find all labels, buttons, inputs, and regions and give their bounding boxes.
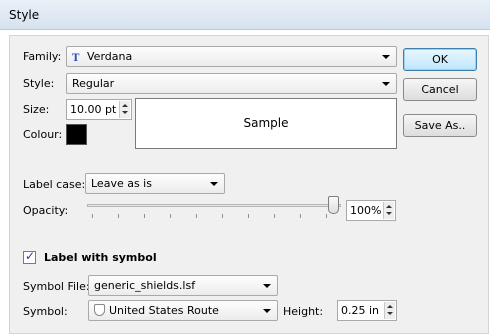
spin-arrows-icon[interactable] — [383, 202, 394, 219]
chevron-down-icon — [210, 182, 218, 186]
style-dialog-body: Family: T Verdana Style: Regular Size: 10… — [9, 35, 489, 334]
height-label: Height: — [283, 305, 324, 318]
size-label: Size: — [23, 103, 50, 116]
symbol-value: United States Route — [109, 304, 219, 317]
chevron-down-icon — [263, 309, 271, 313]
label-case-label: Label case: — [23, 178, 86, 191]
slider-tick — [222, 214, 223, 218]
style-dropdown[interactable]: Regular — [66, 73, 397, 94]
cancel-button[interactable]: Cancel — [403, 78, 477, 101]
spin-arrows-icon[interactable] — [384, 302, 395, 319]
spin-arrows-icon[interactable] — [119, 101, 130, 118]
chevron-down-icon — [382, 82, 390, 86]
chevron-down-icon — [263, 284, 271, 288]
style-label: Style: — [23, 77, 55, 90]
shield-icon — [94, 304, 105, 316]
slider-tick — [300, 214, 301, 218]
symbol-label: Symbol: — [23, 305, 68, 318]
opacity-slider-track[interactable] — [87, 204, 341, 207]
label-case-value: Leave as is — [91, 177, 152, 190]
family-value: Verdana — [87, 50, 133, 63]
slider-tick — [118, 214, 119, 218]
slider-tick — [248, 214, 249, 218]
opacity-label: Opacity: — [23, 204, 69, 217]
height-value: 0.25 in — [341, 304, 380, 317]
window-title: Style — [9, 8, 40, 22]
label-with-symbol-label[interactable]: Label with symbol — [44, 251, 157, 264]
size-spinbox[interactable]: 10.00 pt — [66, 99, 132, 120]
slider-tick — [274, 214, 275, 218]
slider-tick — [196, 214, 197, 218]
checkmark-icon: ✓ — [25, 249, 36, 263]
style-value: Regular — [72, 77, 115, 90]
height-spinbox[interactable]: 0.25 in — [337, 300, 397, 321]
slider-tick — [170, 214, 171, 218]
slider-tick — [144, 214, 145, 218]
truetype-font-icon: T — [72, 53, 80, 64]
slider-tick — [92, 214, 93, 218]
family-label: Family: — [23, 50, 62, 63]
family-dropdown[interactable]: T Verdana — [66, 46, 397, 67]
chevron-down-icon — [382, 55, 390, 59]
opacity-spinbox[interactable]: 100% — [346, 200, 396, 221]
slider-tick — [326, 214, 327, 218]
ok-button[interactable]: OK — [403, 48, 477, 71]
title-bar: Style — [0, 0, 490, 30]
sample-preview: Sample — [135, 98, 397, 149]
opacity-slider-thumb[interactable] — [328, 196, 339, 214]
symbol-file-value: generic_shields.lsf — [94, 279, 196, 292]
sample-text: Sample — [243, 116, 289, 130]
size-value: 10.00 pt — [70, 103, 117, 116]
colour-label: Colour: — [23, 128, 63, 141]
label-with-symbol-checkbox[interactable]: ✓ — [23, 249, 36, 264]
opacity-value: 100% — [350, 204, 382, 217]
symbol-dropdown[interactable]: United States Route — [88, 300, 278, 321]
colour-swatch[interactable] — [66, 124, 87, 145]
symbol-file-label: Symbol File: — [23, 280, 90, 293]
symbol-file-dropdown[interactable]: generic_shields.lsf — [88, 275, 278, 296]
label-case-dropdown[interactable]: Leave as is — [85, 173, 225, 194]
save-as-button[interactable]: Save As.. — [403, 114, 477, 137]
